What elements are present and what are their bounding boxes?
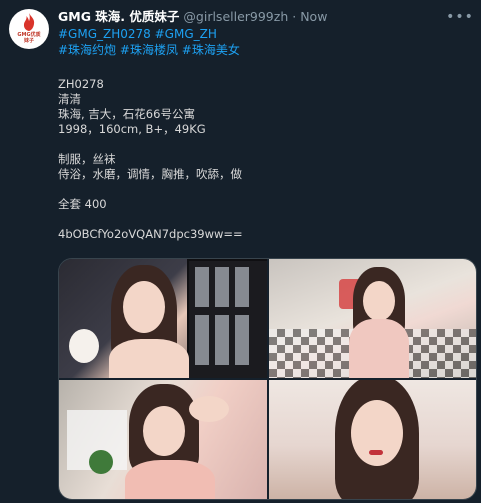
hashtag-link[interactable]: #GMG_ZH [155,27,217,41]
hashtag-link[interactable]: #珠海约炮 [58,43,116,57]
tweet-text: ZH0278 清清 珠海, 吉大，石花66号公寓 1998，160cm, B+，… [58,77,458,242]
flame-logo-icon [23,13,35,31]
body-blank-line [58,212,458,227]
timestamp[interactable]: Now [300,9,327,24]
avatar-logo-subtext: 妹子 [23,38,34,44]
tweet-header: GMG 珠海. 优质妹子 @girlseller999zh · Now [58,8,451,25]
photo-4[interactable] [269,380,476,499]
avatar[interactable]: GMG优质 妹子 [9,9,49,49]
display-name[interactable]: GMG 珠海. 优质妹子 [58,9,179,24]
hashtag-list: #GMG_ZH0278 #GMG_ZH #珠海约炮 #珠海楼凤 #珠海美女 [58,26,458,58]
body-line: 清清 [58,92,81,106]
tweet[interactable]: GMG优质 妹子 GMG 珠海. 优质妹子 @girlseller999zh ·… [0,0,481,503]
more-dots-icon: ••• [446,9,474,25]
body-line: 侍浴，水磨，调情，胸推，吹舔，做 [58,167,242,181]
body-line: 制服，丝袜 [58,152,116,166]
hashtag-link[interactable]: #GMG_ZH0278 [58,27,151,41]
body-line: 珠海, 吉大，石花66号公寓 [58,107,195,121]
body-line: 4bOBCfYo2oVQAN7dpc39ww== [58,227,243,241]
body-line: 全套 400 [58,197,107,211]
photo-2[interactable] [269,259,476,378]
hashtag-link[interactable]: #珠海美女 [182,43,240,57]
user-handle[interactable]: @girlseller999zh [183,9,288,24]
more-options-button[interactable]: ••• [446,6,474,28]
body-blank-line [58,182,458,197]
separator-dot: · [292,9,297,24]
photo-1[interactable] [59,259,267,378]
photo-3[interactable] [59,380,267,499]
body-blank-line [58,137,458,152]
body-line: ZH0278 [58,77,104,91]
media-grid [58,258,477,500]
body-line: 1998，160cm, B+，49KG [58,122,206,136]
hashtag-link[interactable]: #珠海楼凤 [120,43,178,57]
